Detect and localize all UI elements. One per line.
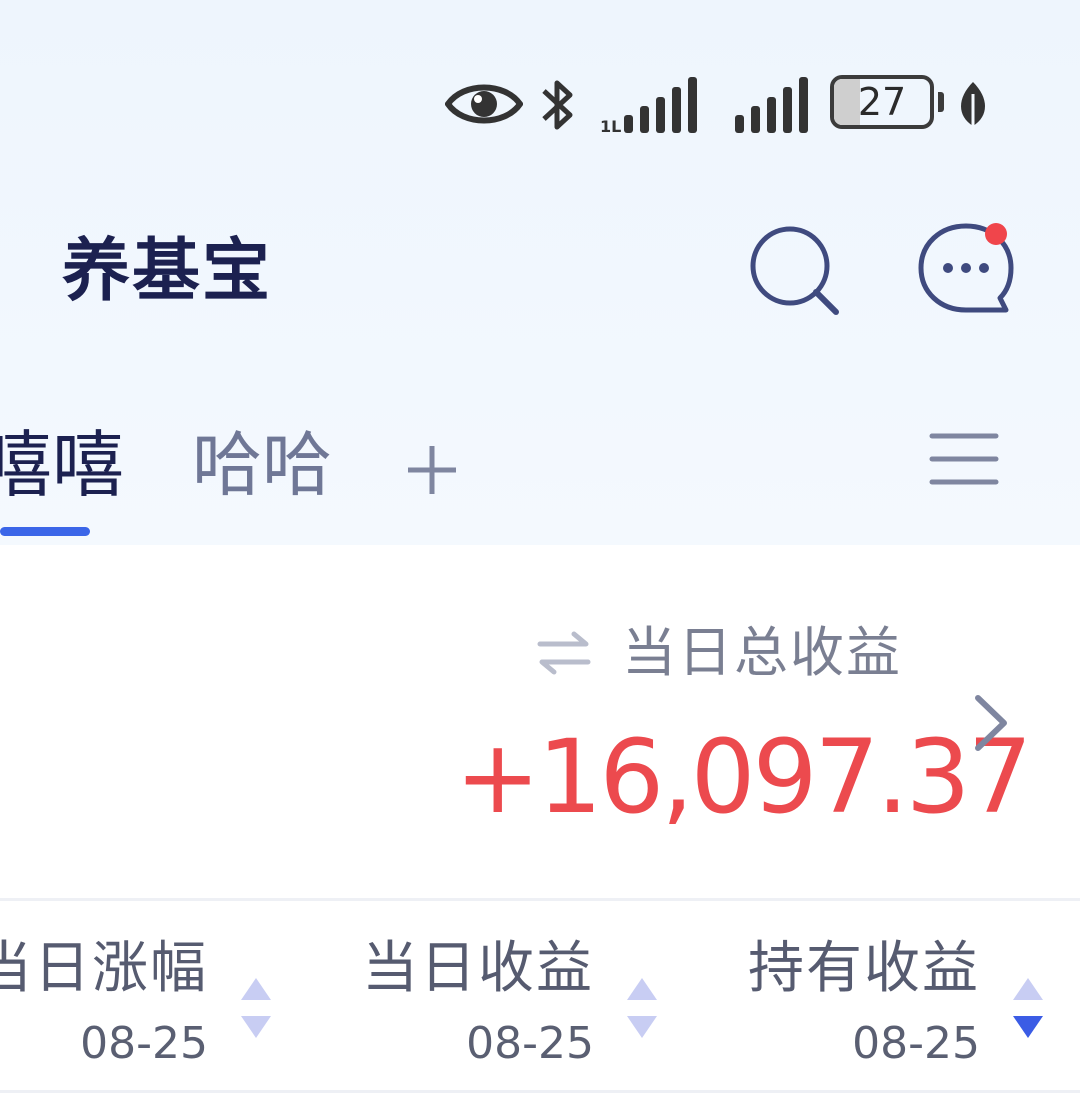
message-button[interactable] [916,218,1016,318]
daily-total-profit-value: +16,097.37 [455,718,1033,837]
leaf-icon [961,82,985,130]
daily-total-profit-label: 当日总收益 [622,621,902,684]
menu-button[interactable] [928,426,1000,492]
divider [0,1090,1080,1093]
menu-icon [929,433,999,485]
svg-text:1L: 1L [600,117,621,135]
tab-haha[interactable]: 哈哈 [192,415,332,515]
column-date: 08-25 [80,1018,208,1069]
column-date: 08-25 [466,1018,594,1069]
search-button[interactable] [748,224,844,320]
column-daily-profit[interactable]: 当日收益 08-25 [360,930,594,1080]
battery-tip [938,92,944,112]
status-bar: 1L 27 [0,70,1080,140]
sort-icon[interactable] [238,972,274,1046]
add-tab-button[interactable] [402,440,462,500]
swap-arrows-icon[interactable] [536,628,592,678]
bluetooth-icon [542,80,573,130]
column-daily-change[interactable]: 当日涨幅 08-25 [0,930,208,1080]
column-label: 持有收益 [748,936,980,1001]
signal-hd-icon: 1L [600,77,697,135]
message-icon [918,223,1014,313]
eye-icon [445,84,523,124]
chevron-right-icon [975,695,1007,751]
column-holding-profit[interactable]: 持有收益 08-25 [740,930,980,1080]
sort-desc-icon[interactable] [1010,972,1046,1046]
plus-icon [408,446,456,494]
column-date: 08-25 [852,1018,980,1069]
divider [0,898,1080,901]
profit-detail-button[interactable] [966,688,1016,758]
signal-icon [735,77,808,133]
tab-xixi[interactable]: 嘻嘻 [0,415,124,515]
search-icon [750,226,839,315]
app-title: 养基宝 [62,232,273,311]
active-tab-indicator [0,527,90,536]
group-tabs: 嘻嘻 哈哈 [0,415,1080,545]
column-label: 当日涨幅 [0,936,208,1001]
notification-dot [985,223,1007,245]
battery-level: 27 [857,80,907,124]
column-label: 当日收益 [362,936,594,1001]
battery-icon: 27 [830,75,934,129]
sort-icon[interactable] [624,972,660,1046]
